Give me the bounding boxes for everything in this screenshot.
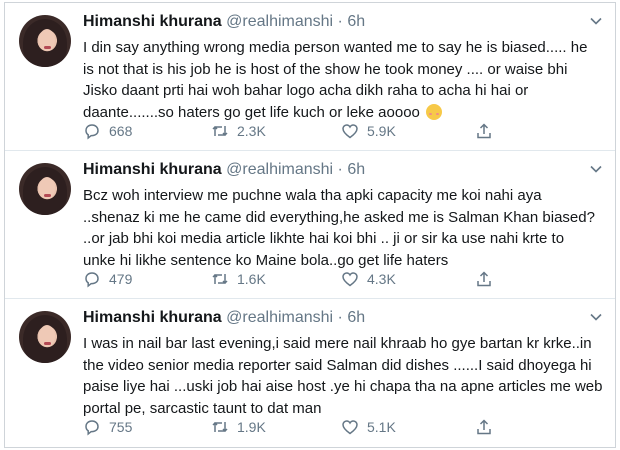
retweet-icon [212,273,228,285]
reply-icon [85,272,99,288]
tweet-text-line: paise liye hai ...uski job hai aise host… [83,378,603,395]
share-icon [477,419,491,435]
tweet-actions: 668 2.3K 5.9K [83,121,603,141]
tweet[interactable]: Himanshi khurana @realhimanshi · 6h I di… [5,3,615,151]
retweet-count: 1.6K [237,271,266,287]
author-name[interactable]: Himanshi khurana [83,309,222,326]
like-button[interactable]: 5.9K [341,121,396,141]
share-button[interactable] [475,121,493,141]
blushing-face-emoji-icon [426,103,443,120]
heart-icon [342,124,358,139]
tweet-actions: 755 1.9K 5.1K [83,417,603,437]
retweet-button[interactable]: 1.6K [211,269,266,289]
reply-count: 755 [109,419,133,435]
author-handle-time[interactable]: @realhimanshi · 6h [226,13,365,30]
tweet-text: Bcz woh interview me puchne wala tha apk… [83,185,603,271]
retweet-count: 1.9K [237,419,266,435]
like-count: 5.9K [367,123,396,139]
tweet-text-line: I was in nail bar last evening,i said me… [83,335,592,352]
like-count: 4.3K [367,271,396,287]
tweet-text-line: the video senior media reporter said Sal… [83,356,592,374]
tweet-text: I was in nail bar last evening,i said me… [83,333,603,419]
tweet-text-line: daante.......so haters go get life kuch … [83,102,603,124]
reply-icon [85,124,99,140]
reply-icon [85,420,99,436]
tweet-text-line: is not that is his job he is host of the… [83,60,568,78]
tweet-header: Himanshi khurana @realhimanshi · 6h [83,161,365,179]
tweet-text-line: portal pe, sarcastic taunt to dat man [83,399,322,417]
tweet-text-line: unke hi likhe sentence ko Maine bola..go… [83,251,449,269]
author-handle-time[interactable]: @realhimanshi · 6h [226,309,365,326]
tweet[interactable]: Himanshi khurana @realhimanshi · 6h I wa… [5,299,615,447]
heart-icon [342,272,358,287]
tweet-text-line: ..or jab bhi koi media article likhte ha… [83,230,565,247]
tweet-header: Himanshi khurana @realhimanshi · 6h [83,309,365,327]
retweet-count: 2.3K [237,123,266,139]
tweet-actions: 479 1.6K 4.3K [83,269,603,289]
tweet-text-line: ..shenaz ki me he came did everything,he… [83,208,595,226]
reply-button[interactable]: 668 [83,121,132,141]
tweet-text: I din say anything wrong media person wa… [83,37,603,123]
author-name[interactable]: Himanshi khurana [83,13,222,30]
avatar[interactable] [19,163,71,215]
avatar[interactable] [19,15,71,67]
share-button[interactable] [475,417,493,437]
like-button[interactable]: 4.3K [341,269,396,289]
share-button[interactable] [475,269,493,289]
chevron-down-icon[interactable] [589,162,603,176]
retweet-button[interactable]: 2.3K [211,121,266,141]
reply-count: 479 [109,271,133,287]
avatar[interactable] [19,311,71,363]
retweet-icon [212,421,228,433]
like-count: 5.1K [367,419,396,435]
reply-count: 668 [109,123,133,139]
retweet-icon [212,125,228,137]
reply-button[interactable]: 755 [83,417,132,437]
chevron-down-icon[interactable] [589,14,603,28]
tweet-text-line: Jisko daant prti hai woh bahar logo acha… [83,82,529,99]
author-handle-time[interactable]: @realhimanshi · 6h [226,161,365,178]
tweet-text-line: I din say anything wrong media person wa… [83,39,588,56]
like-button[interactable]: 5.1K [341,417,396,437]
tweet[interactable]: Himanshi khurana @realhimanshi · 6h Bcz … [5,151,615,299]
reply-button[interactable]: 479 [83,269,132,289]
share-icon [477,271,491,287]
tweet-timeline: Himanshi khurana @realhimanshi · 6h I di… [4,2,616,448]
tweet-text-line: Bcz woh interview me puchne wala tha apk… [83,187,542,204]
chevron-down-icon[interactable] [589,310,603,324]
tweet-header: Himanshi khurana @realhimanshi · 6h [83,13,365,31]
share-icon [477,123,491,139]
author-name[interactable]: Himanshi khurana [83,161,222,178]
retweet-button[interactable]: 1.9K [211,417,266,437]
heart-icon [342,420,358,435]
